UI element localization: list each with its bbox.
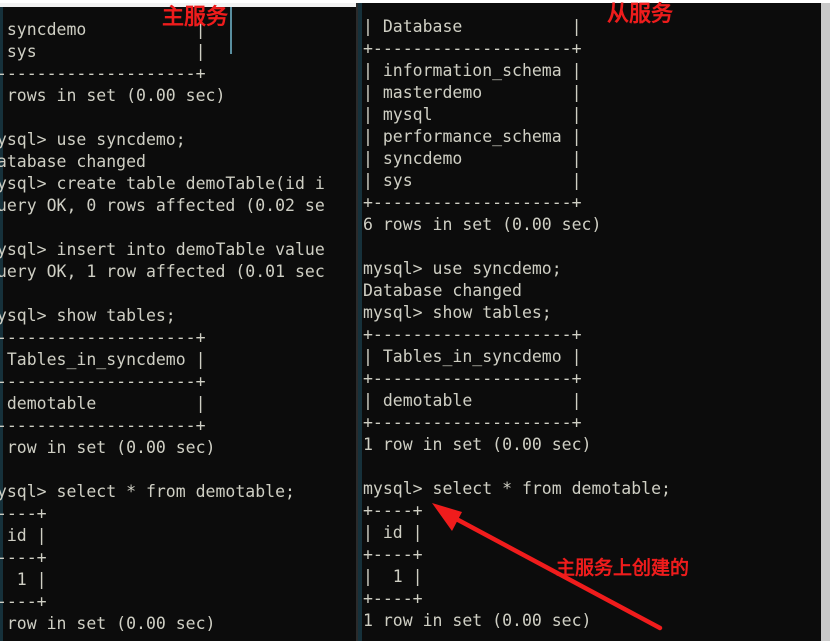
terminal-line: Query OK, 0 rows affected (0.02 se <box>0 195 325 215</box>
screenshot-root: | syncdemo | | sys | +--------------------… <box>0 0 837 641</box>
terminal-line: +----+ <box>0 547 47 567</box>
terminal-line: +--------------------+ <box>0 415 206 435</box>
terminal-line: +--------------------+ <box>363 38 582 58</box>
terminal-line: +--------------------+ <box>363 192 582 212</box>
slave-role-annotation: 从服务 <box>607 2 674 27</box>
terminal-line: | sys | <box>363 170 582 190</box>
terminal-line: | 1 | <box>16 569 47 589</box>
terminal-line: | Tables_in_syncdemo | <box>0 349 206 369</box>
terminal-line: 1 row in set (0.00 sec) <box>0 437 216 457</box>
terminal-line: mysql> show tables; <box>0 305 176 325</box>
terminal-line: 6 rows in set (0.00 sec) <box>0 85 226 105</box>
terminal-line: | Tables_in_syncdemo | <box>363 346 582 366</box>
terminal-line: mysql> create table demoTable(id i <box>0 173 325 193</box>
terminal-line: 1 row in set (0.00 sec) <box>363 434 592 454</box>
terminal-line: +----+ <box>0 591 47 611</box>
sync-note-line-1: 主服务上创建的 <box>556 557 690 579</box>
terminal-line: Database changed <box>363 280 522 300</box>
terminal-line: mysql> use syncdemo; <box>363 258 562 278</box>
terminal-line: mysql> show tables; <box>363 302 552 322</box>
terminal-line: +--------------------+ <box>0 63 206 83</box>
terminal-line: mysql> insert into demoTable value <box>0 239 325 259</box>
slave-window-right-edge <box>821 0 830 641</box>
terminal-line: +--------------------+ <box>363 368 582 388</box>
terminal-line: | demotable | <box>363 390 582 410</box>
desktop-top-strip-thin <box>0 0 837 3</box>
terminal-line: +--------------------+ <box>0 371 206 391</box>
terminal-line: Database changed <box>0 151 146 171</box>
terminal-line: | masterdemo | <box>363 82 582 102</box>
terminal-line: 1 row in set (0.00 sec) <box>0 613 216 633</box>
terminal-line: | information_schema | <box>363 60 582 80</box>
terminal-line: | performance_schema | <box>363 126 582 146</box>
terminal-line: +--------------------+ <box>0 327 206 347</box>
terminal-line: 6 rows in set (0.00 sec) <box>363 214 602 234</box>
terminal-line: mysql> use syncdemo; <box>0 129 186 149</box>
terminal-line: | mysql | <box>363 104 582 124</box>
master-cursor-bar-top <box>230 6 232 54</box>
master-terminal-output: | syncdemo | | sys | +--------------------… <box>0 19 325 641</box>
terminal-line: +--------------------+ <box>363 324 582 344</box>
terminal-line: +----+ <box>0 503 47 523</box>
terminal-line: mysql> select * from demotable; <box>0 481 295 501</box>
terminal-line: Query OK, 1 row affected (0.01 sec <box>0 261 325 281</box>
terminal-line: | syncdemo | <box>363 148 582 168</box>
master-role-annotation: 主服务 <box>162 5 229 30</box>
terminal-line: | sys | <box>0 41 206 61</box>
terminal-line: | id | <box>6 525 47 545</box>
sync-note-annotation: 主服务上创建的 dmeoTable表已经同步到 了从服务 <box>556 486 786 641</box>
master-terminal-window[interactable]: | syncdemo | | sys | +--------------------… <box>0 6 356 641</box>
terminal-line: | demotable | <box>0 393 206 413</box>
terminal-line: +--------------------+ <box>363 412 582 432</box>
slave-window-left-edge <box>358 0 362 641</box>
